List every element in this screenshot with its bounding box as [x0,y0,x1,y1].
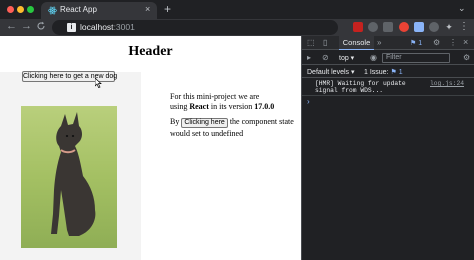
filter-input[interactable]: Filter [382,53,450,63]
window-minimize-button[interactable] [17,6,24,13]
clear-console-icon[interactable]: ▸ [307,53,311,62]
device-icon[interactable]: ▯ [323,38,327,47]
tab-search-icon[interactable]: ⌄ [458,3,466,14]
extension-square-icon[interactable] [383,22,393,32]
issues-badge[interactable]: ⚑ 1 [410,39,422,47]
tab-title: React App [60,5,97,14]
log-message: [HMR] Waiting for update signal from WDS… [315,80,406,94]
description-paragraph: For this mini-project we are using React… [170,92,275,111]
browser-toolbar: ← → i localhost:3001 ✦ ⋮ [0,19,474,36]
context-select[interactable]: top ▾ [339,54,354,62]
reload-icon[interactable] [36,21,46,31]
mouse-cursor-icon [95,78,102,88]
more-tabs-button[interactable]: » [377,38,381,47]
dog-photo [21,106,117,248]
page-title: Header [128,44,173,59]
log-source-link[interactable]: log.js:24 [430,80,464,87]
extension-red-icon[interactable] [353,22,363,32]
browser-menu-kebab-icon[interactable]: ⋮ [459,22,469,32]
console-log-row: [HMR] Waiting for update signal from WDS… [302,78,474,96]
settings-icon[interactable]: ⚙ [433,38,440,47]
devtools-panel: ⬚ ▯ Console » ⚑ 1 ⚙ ⋮ × ▸ ⊘ top ▾ ◉ Filt… [301,36,474,260]
extension-blue-icon[interactable] [414,22,424,32]
react-logo-icon [48,6,57,15]
eye-icon[interactable]: ◉ [370,53,377,62]
inspect-icon[interactable]: ⬚ [307,38,315,47]
window-close-button[interactable] [7,6,14,13]
new-tab-button[interactable]: + [164,2,171,16]
page-viewport: Header Clicking here to get a new dog Fo… [0,36,301,260]
tab-react-app[interactable]: React App × [41,2,157,19]
kebab-icon[interactable]: ⋮ [449,38,457,47]
address-bar[interactable]: i localhost:3001 [52,20,338,35]
close-icon[interactable]: × [463,37,468,47]
devtools-tabbar: ⬚ ▯ Console » ⚑ 1 ⚙ ⋮ × [302,36,474,50]
set-undefined-button[interactable]: Clicking here [181,118,228,128]
extension-google-icon[interactable] [399,22,409,32]
extensions-puzzle-icon[interactable]: ✦ [444,22,454,32]
undefined-state-paragraph: By Clicking here the component state wou… [170,117,294,138]
console-prompt[interactable]: › [307,97,310,106]
url-text: localhost:3001 [80,22,135,32]
window-zoom-button[interactable] [27,6,34,13]
forward-button[interactable]: → [21,20,32,32]
console-settings-icon[interactable]: ⚙ [463,53,470,62]
log-levels-select[interactable]: Default levels ▾ [307,68,354,76]
tab-console[interactable]: Console [339,36,374,50]
extension-circle-icon[interactable] [368,22,378,32]
console-toolbar: ▸ ⊘ top ▾ ◉ Filter ⚙ [302,51,474,65]
tab-strip: React App × + ⌄ [0,0,474,19]
tab-close-icon[interactable]: × [145,4,150,14]
back-button[interactable]: ← [6,20,17,32]
profile-avatar[interactable] [429,22,439,32]
block-icon[interactable]: ⊘ [322,53,329,62]
issue-count[interactable]: 1 Issue: ⚑ 1 [364,68,403,76]
site-info-icon[interactable]: i [67,23,76,32]
levels-bar: Default levels ▾ 1 Issue: ⚑ 1 [302,66,474,78]
